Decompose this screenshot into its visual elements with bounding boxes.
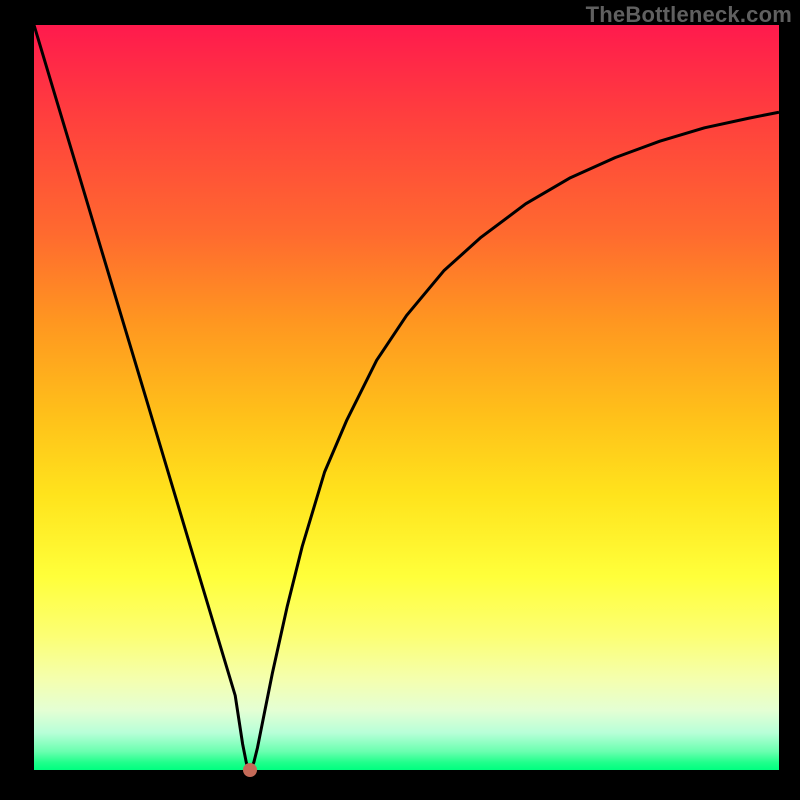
watermark-text: TheBottleneck.com: [586, 2, 792, 28]
curve-svg: [34, 25, 779, 770]
plot-area: [34, 25, 779, 770]
minimum-marker: [243, 763, 257, 777]
chart-frame: TheBottleneck.com: [0, 0, 800, 800]
bottleneck-curve-path: [34, 25, 779, 770]
